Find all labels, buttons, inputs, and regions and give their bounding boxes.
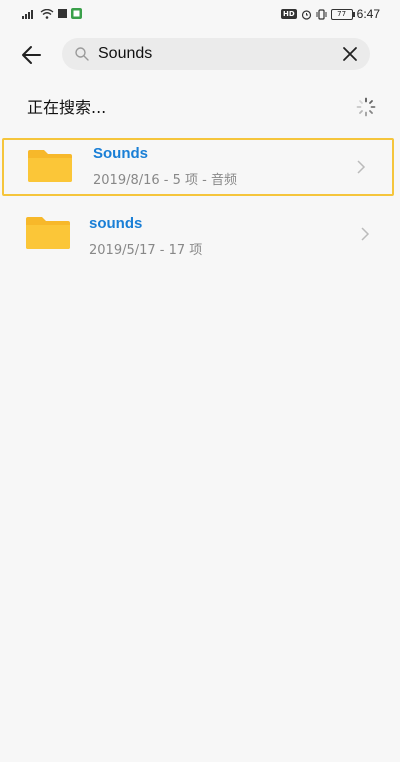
status-bar: HD 77 6:47: [0, 0, 400, 30]
result-meta: 2019/5/17 - 17 项: [89, 243, 203, 258]
back-arrow-icon: [22, 46, 41, 64]
search-box[interactable]: [62, 38, 370, 70]
battery-icon: 77: [330, 8, 355, 20]
search-icon: [75, 47, 89, 61]
result-title: Sounds: [93, 145, 148, 162]
notification-square-icon: [58, 9, 67, 18]
chevron-right-icon: [357, 160, 366, 174]
app-notification-icon: [71, 8, 82, 19]
result-row-sounds-lowercase[interactable]: sounds 2019/5/17 - 17 项: [0, 200, 400, 268]
back-button[interactable]: [18, 40, 48, 70]
clock: 6:47: [356, 7, 380, 21]
vibrate-icon: [316, 8, 327, 20]
searching-status-label: 正在搜索...: [27, 98, 107, 117]
close-icon: [343, 47, 357, 61]
result-row-sounds[interactable]: Sounds 2019/8/16 - 5 项 - 音频: [2, 138, 394, 196]
chevron-right-icon: [361, 227, 370, 241]
result-meta: 2019/8/16 - 5 项 - 音频: [93, 173, 237, 188]
search-input[interactable]: [98, 43, 318, 65]
signal-icon: [22, 9, 33, 19]
alarm-icon: [301, 9, 311, 20]
wifi-icon: [40, 8, 54, 19]
status-left: [22, 8, 82, 19]
clear-search-button[interactable]: [340, 44, 360, 64]
folder-icon: [26, 217, 70, 249]
result-title: sounds: [89, 215, 143, 232]
status-right: HD 77 6:47: [280, 7, 380, 21]
loading-spinner-icon: [356, 97, 376, 117]
folder-icon: [28, 150, 72, 182]
hd-badge: HD: [280, 9, 297, 19]
file-search-screen: HD 77 6:47 Sounds 正在搜索... Sounds 2019/8/…: [0, 0, 400, 762]
